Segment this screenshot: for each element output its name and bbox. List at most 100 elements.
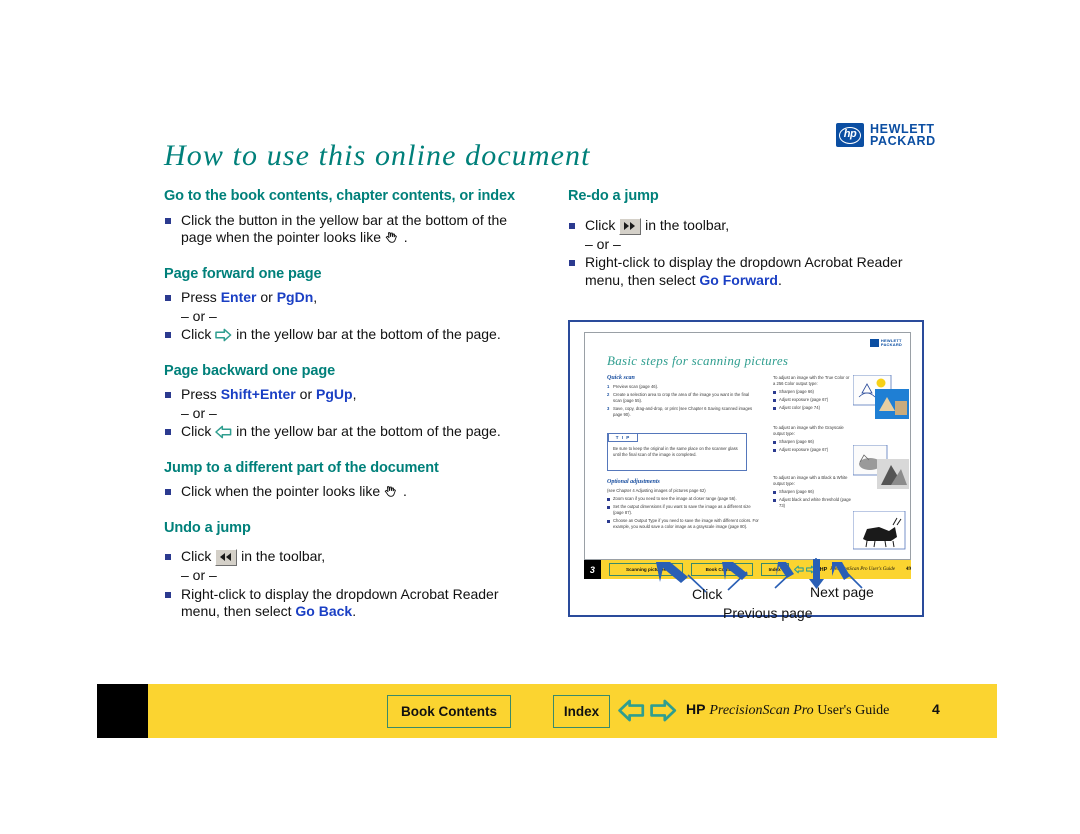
mini-item-text: Choose an Output Type if you need to sav… <box>613 518 759 529</box>
mini-item-text: Adjust color (page 74) <box>779 405 820 410</box>
mini-hp-logo-wordmark: HEWLETT PACKARD <box>881 339 902 347</box>
mini-group-intro: To adjust an image with the Grayscale ou… <box>773 425 844 436</box>
footer-page-number: 4 <box>932 701 940 717</box>
hp-logo-mark-text: hp <box>839 126 861 144</box>
go-back-toolbar-icon[interactable] <box>215 549 238 566</box>
item-text: Click <box>181 548 216 564</box>
mini-next-page-icon[interactable] <box>805 561 816 579</box>
keyboard-key-shift-enter: Shift+Enter <box>220 386 296 402</box>
mini-item-text: Adjust black and white threshold (page 7… <box>779 497 851 508</box>
mini-thumbnail-blackwhite <box>853 511 906 550</box>
list-item: Right-click to display the dropdown Acro… <box>164 586 532 621</box>
mini-hp-logo-mark <box>869 339 879 347</box>
mini-bullet-icon <box>773 490 776 494</box>
mini-list-item: Adjust exposure (page 67) <box>773 397 851 403</box>
item-text-after: , <box>352 386 357 402</box>
mini-group-intro: To adjust an image with a Black & White … <box>773 475 848 486</box>
mini-bullet-icon <box>773 440 776 444</box>
mini-item-text: Sharpen (page 66) <box>779 439 814 444</box>
mini-optional-intro: (see Chapter 4 Adjusting images of pictu… <box>607 488 706 493</box>
section-heading: Re-do a jump <box>568 188 659 204</box>
mini-step-text: Preview scan (page 46). <box>613 384 659 389</box>
item-text-mid: or <box>256 289 277 305</box>
mini-hp-logo: HEWLETT PACKARD <box>869 339 902 347</box>
mini-list-item: Adjust color (page 74) <box>773 405 851 411</box>
document-page: hp HEWLETT PACKARD How to use this onlin… <box>0 0 1080 834</box>
mini-list-item: Set the output dimensions if you want to… <box>607 504 759 516</box>
list-item: Click in the toolbar, <box>568 217 938 235</box>
mini-list-item: Sharpen (page 66) <box>773 489 851 495</box>
mini-footer-guide: HP PrecisionScan Pro User's Guide 49 <box>820 567 911 573</box>
mini-step-text: Save, copy, drag-and-drop, or print (see… <box>613 406 753 417</box>
item-text: Click when the pointer looks like <box>181 483 385 499</box>
instruction-list: Press Enter or PgDn, – or – Click in the… <box>164 289 532 344</box>
instruction-list: Click the button in the yellow bar at th… <box>164 212 532 247</box>
mini-list-item: 1 Preview scan (page 46). <box>607 384 759 390</box>
mini-optional-heading: Optional adjustments <box>607 479 660 485</box>
mini-list-item: Sharpen (page 66) <box>773 389 851 395</box>
callout-label-previous-page: Previous page <box>723 605 813 621</box>
item-text-after: in the yellow bar at the bottom of the p… <box>232 326 501 342</box>
right-column: Re-do a jump Click in the toolbar, – or … <box>568 188 938 308</box>
mini-button-scanning-pictures[interactable]: Scanning pictures <box>608 563 684 576</box>
mini-list-item: 2 Create a selection area to crop the are… <box>607 392 759 404</box>
menu-item-go-back: Go Back <box>295 603 353 619</box>
mini-button-book-contents[interactable]: Book Contents <box>691 563 753 576</box>
mini-item-text: Set the output dimensions if you want to… <box>613 504 751 515</box>
item-text-after: in the yellow bar at the bottom of the p… <box>232 423 501 439</box>
previous-page-button[interactable] <box>618 698 645 728</box>
mini-tip-box: T I P Be sure to keep the original in th… <box>607 433 747 471</box>
item-text: Press <box>181 289 221 305</box>
book-contents-button[interactable]: Book Contents <box>387 695 511 728</box>
mini-group: To adjust an image with a Black & White … <box>773 475 851 509</box>
arrow-right-icon <box>215 328 232 342</box>
item-text: Click the button in the yellow bar at th… <box>181 211 508 246</box>
list-item: Click in the toolbar, <box>164 548 532 566</box>
or-separator: – or – <box>181 567 217 583</box>
mini-prev-page-icon[interactable] <box>793 561 804 579</box>
mini-group: To adjust an image with the Grayscale ou… <box>773 425 851 453</box>
item-text-after: . <box>777 271 782 288</box>
mini-list-item: Adjust black and white threshold (page 7… <box>773 497 851 509</box>
list-item: Right-click to display the dropdown Acro… <box>568 254 938 289</box>
item-text-after: , <box>313 289 318 305</box>
list-item: Click when the pointer looks like . <box>164 483 532 501</box>
item-text: Click <box>585 216 620 233</box>
item-text-after: in the toolbar, <box>237 548 326 564</box>
mini-page-title: Basic steps for scanning pictures <box>607 353 789 368</box>
mini-footer-page-number: 49 <box>906 567 911 572</box>
or-separator: – or – <box>585 235 621 252</box>
mini-list-item: Choose an Output Type if you need to sav… <box>607 518 759 530</box>
mini-right-column: To adjust an image with the True Color o… <box>773 375 851 517</box>
next-page-button[interactable] <box>650 698 677 728</box>
mini-bullet-icon <box>773 398 776 402</box>
section-redo-jump: Re-do a jump Click in the toolbar, – or … <box>568 188 938 289</box>
mini-item-text: Adjust exposure (page 67) <box>779 397 829 402</box>
list-item: Click in the yellow bar at the bottom of… <box>164 326 532 344</box>
section-heading: Jump to a different part of the document <box>164 459 439 476</box>
mini-item-text: Sharpen (page 66) <box>779 489 814 494</box>
mini-footer-hp: HP <box>819 566 828 573</box>
mini-chapter-number: 3 <box>584 560 601 579</box>
mini-bullet-icon <box>773 390 776 394</box>
go-forward-toolbar-icon[interactable] <box>619 217 642 235</box>
hp-logo-mark: hp <box>836 123 864 147</box>
mini-optional-adjustments: Optional adjustments (see Chapter 4 Adju… <box>607 479 759 532</box>
mini-list-item: 3 Save, copy, drag-and-drop, or print (se… <box>607 406 759 418</box>
index-button[interactable]: Index <box>553 695 610 728</box>
mini-item-text: Sharpen (page 66) <box>779 389 814 394</box>
mini-footer-bar: 3 Scanning pictures Book Contents Index … <box>584 560 911 579</box>
illustration-panel: HEWLETT PACKARD Basic steps for scanning… <box>568 320 924 621</box>
footer-guide-suffix: User's Guide <box>813 703 890 718</box>
mini-bullet-icon <box>773 406 776 410</box>
mini-group-intro: To adjust an image with the True Color o… <box>773 375 850 386</box>
mini-button-index[interactable]: Index <box>760 563 789 576</box>
section-heading: Undo a jump <box>164 519 251 536</box>
mini-group: To adjust an image with the True Color o… <box>773 375 851 411</box>
mini-item-text: Zoom scan if you need to see the image a… <box>613 496 737 501</box>
mini-list-item: Zoom scan if you need to see the image a… <box>607 496 759 502</box>
mini-bullet-icon <box>607 519 610 523</box>
hand-pointer-icon <box>384 484 399 499</box>
item-text: Press <box>181 386 221 402</box>
keyboard-key-pgup: PgUp <box>316 386 353 402</box>
